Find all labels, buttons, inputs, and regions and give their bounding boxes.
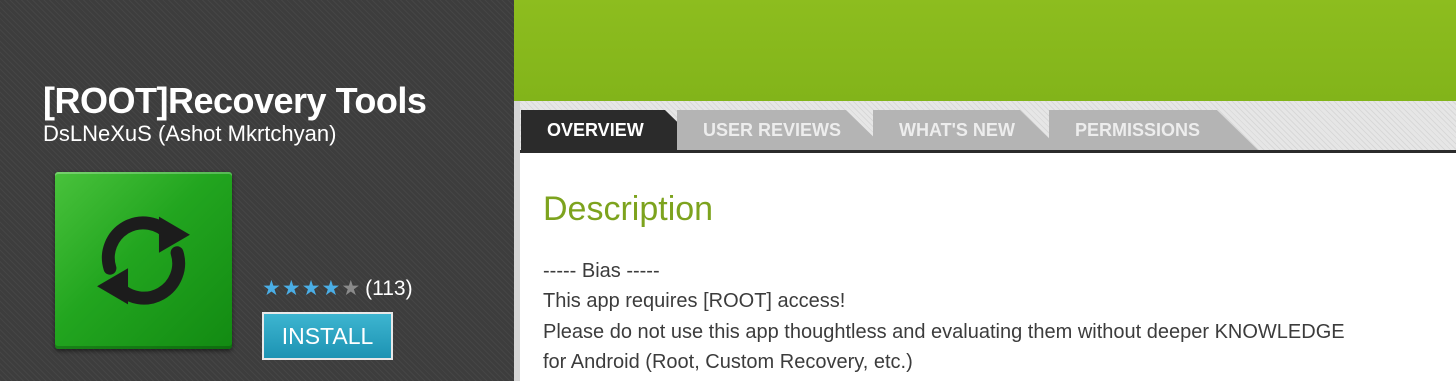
sync-arrows-icon bbox=[97, 216, 190, 305]
tab-whats-new[interactable]: WHAT'S NEW bbox=[873, 110, 1062, 151]
description-line: This app requires [ROOT] access! bbox=[543, 290, 846, 312]
tab-user-reviews[interactable]: USER REVIEWS bbox=[677, 110, 888, 151]
app-icon bbox=[55, 172, 232, 349]
description-heading: Description bbox=[543, 190, 714, 228]
description-line: ----- Bias ----- bbox=[543, 260, 660, 282]
star-icon: ★ bbox=[281, 277, 301, 300]
star-icon: ★ bbox=[341, 277, 361, 300]
star-icon: ★ bbox=[262, 277, 281, 300]
content-panel bbox=[520, 153, 1456, 381]
rating-count: (113) bbox=[365, 277, 413, 300]
install-button[interactable]: INSTALL bbox=[262, 312, 393, 360]
tab-permissions[interactable]: PERMISSIONS bbox=[1049, 110, 1259, 151]
developer-link[interactable]: DsLNeXuS (Ashot Mkrtchyan) bbox=[43, 121, 336, 147]
app-info-panel: [ROOT]Recovery Tools DsLNeXuS (Ashot Mkr… bbox=[0, 0, 514, 381]
header-banner bbox=[514, 0, 1456, 101]
star-icon: ★ bbox=[321, 277, 341, 300]
description-line: for Android (Root, Custom Recovery, etc.… bbox=[543, 351, 913, 373]
star-icon: ★ bbox=[301, 277, 321, 300]
app-title: [ROOT]Recovery Tools bbox=[43, 80, 427, 121]
tab-bar: OVERVIEW USER REVIEWS WHAT'S NEW PERMISS… bbox=[514, 101, 1456, 153]
description-line: Please do not use this app thoughtless a… bbox=[543, 321, 1345, 343]
rating: ★ ★ ★ ★ ★ (113) bbox=[262, 276, 413, 302]
